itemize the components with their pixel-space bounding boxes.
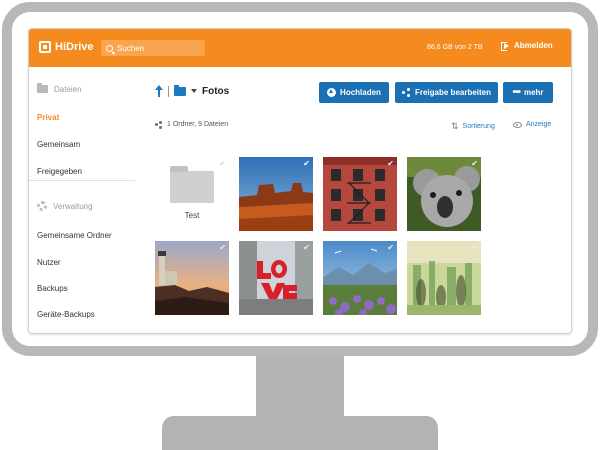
photo-tile-desert-butte[interactable]: ✔ xyxy=(239,157,313,231)
edit-share-label: Freigabe bearbeiten xyxy=(414,88,492,97)
more-icon: ••• xyxy=(512,87,520,98)
chevron-down-icon[interactable] xyxy=(191,89,197,93)
photo-tile-love-sculpture[interactable]: ✔ xyxy=(239,241,313,315)
sidebar-heading-admin: Verwaltung xyxy=(37,199,93,213)
search-icon xyxy=(106,44,113,52)
sort-button[interactable]: ⇅ Sortierung xyxy=(451,121,495,132)
brand-name: HiDrive xyxy=(55,41,94,53)
eye-icon xyxy=(513,121,522,128)
select-check-icon[interactable]: ✔ xyxy=(471,159,478,168)
sidebar-heading-files-label: Dateien xyxy=(54,84,82,94)
select-check-icon[interactable]: ✔ xyxy=(219,159,226,168)
sidebar-item-privat[interactable]: Privat xyxy=(37,113,59,122)
select-check-icon[interactable]: ✔ xyxy=(387,159,394,168)
lighthouse-image xyxy=(155,241,229,315)
sidebar-heading-files: Dateien xyxy=(37,82,82,96)
sidebar-item-gemeinsam[interactable]: Gemeinsam xyxy=(37,140,80,149)
logout-icon xyxy=(501,41,510,51)
sidebar-item-gemeinsame-ordner[interactable]: Gemeinsame Ordner xyxy=(37,231,112,240)
sidebar-item-backups[interactable]: Backups xyxy=(37,284,68,293)
hidrive-logo[interactable]: HiDrive xyxy=(39,41,94,53)
sidebar-divider xyxy=(29,180,135,181)
select-check-icon[interactable]: ✔ xyxy=(387,243,394,252)
up-arrow-icon[interactable] xyxy=(155,85,163,97)
select-check-icon[interactable]: ✔ xyxy=(219,243,226,252)
edit-share-button[interactable]: Freigabe bearbeiten xyxy=(395,82,498,103)
storage-quota: 86,6 GB von 2 TB xyxy=(427,44,483,51)
blurred-crowd-image xyxy=(407,241,481,315)
more-button[interactable]: ••• mehr xyxy=(503,82,553,103)
gear-icon xyxy=(37,201,47,211)
sidebar-item-nutzer[interactable]: Nutzer xyxy=(37,258,61,267)
sidebar: Dateien Privat Gemeinsam Freigegeben Ver… xyxy=(29,67,145,333)
sort-icon: ⇅ xyxy=(451,121,459,131)
folder-icon xyxy=(170,166,214,203)
sidebar-item-geraete-backups[interactable]: Geräte-Backups xyxy=(37,310,95,319)
folder-summary: 1 Ordner, 9 Dateien xyxy=(155,121,229,129)
search-placeholder: Suchen xyxy=(117,43,145,53)
photo-tile-koala[interactable]: ✔ xyxy=(407,157,481,231)
flower-field-image xyxy=(323,241,397,315)
hidrive-logo-icon xyxy=(39,41,51,53)
monitor-stand-neck xyxy=(256,356,344,420)
breadcrumb: Fotos xyxy=(155,84,230,97)
view-button[interactable]: Anzeige xyxy=(513,121,551,128)
share-icon xyxy=(401,88,411,97)
select-check-icon[interactable]: ✔ xyxy=(303,159,310,168)
breadcrumb-separator xyxy=(168,85,169,97)
koala-image xyxy=(407,157,481,231)
more-label: mehr xyxy=(523,88,544,97)
upload-icon xyxy=(327,88,337,97)
sidebar-heading-admin-label: Verwaltung xyxy=(53,201,93,211)
current-folder-title: Fotos xyxy=(202,85,230,97)
logout-button[interactable]: Abmelden xyxy=(501,41,553,51)
sort-label: Sortierung xyxy=(462,123,495,130)
folder-icon[interactable] xyxy=(174,84,186,96)
select-check-icon[interactable]: ✔ xyxy=(471,243,478,252)
share-icon xyxy=(155,121,162,129)
folder-icon xyxy=(37,83,48,93)
brick-building-image xyxy=(323,157,397,231)
folder-name: Test xyxy=(184,211,200,220)
photo-tile-blurred-crowd[interactable]: ✔ xyxy=(407,241,481,315)
love-sculpture-image xyxy=(239,241,313,315)
photo-tile-flower-field[interactable]: ✔ xyxy=(323,241,397,315)
folder-tile-test[interactable]: ✔ Test xyxy=(155,157,229,231)
desert-butte-image xyxy=(239,157,313,231)
upload-label: Hochladen xyxy=(340,88,381,97)
photo-tile-lighthouse[interactable]: ✔ xyxy=(155,241,229,315)
sidebar-item-freigegeben[interactable]: Freigegeben xyxy=(37,167,82,176)
photo-tile-brick-building[interactable]: ✔ xyxy=(323,157,397,231)
view-label: Anzeige xyxy=(526,121,552,128)
monitor-stand-base xyxy=(162,416,438,450)
select-check-icon[interactable]: ✔ xyxy=(303,243,310,252)
search-input[interactable]: Suchen xyxy=(101,40,205,56)
header-bar: HiDrive Suchen 86,6 GB von 2 TB Abmelden xyxy=(29,29,571,67)
upload-button[interactable]: Hochladen xyxy=(319,82,389,103)
app-window: HiDrive Suchen 86,6 GB von 2 TB Abmelden… xyxy=(28,28,572,334)
logout-label: Abmelden xyxy=(514,41,553,50)
folder-counts: 1 Ordner, 9 Dateien xyxy=(167,121,229,128)
monitor-frame: HiDrive Suchen 86,6 GB von 2 TB Abmelden… xyxy=(0,0,600,450)
